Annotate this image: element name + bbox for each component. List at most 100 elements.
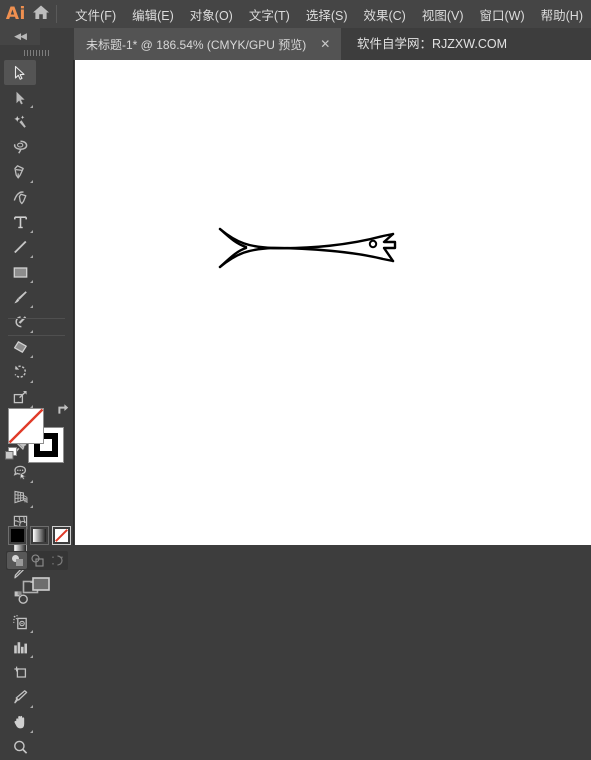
document-tab-title: 未标题-1* @ 186.54% (CMYK/GPU 预览) — [86, 37, 307, 52]
menu-effect[interactable]: 效果(C) — [355, 1, 413, 28]
tool-more-corner-icon — [30, 230, 33, 233]
swap-fill-stroke-button[interactable] — [56, 402, 70, 421]
default-fill-stroke-button[interactable] — [4, 446, 19, 466]
perspective-grid-icon — [12, 489, 29, 506]
screen-mode-icon — [22, 577, 50, 594]
eraser-icon — [12, 339, 29, 356]
tool-more-corner-icon — [30, 105, 33, 108]
magic-wand-icon — [12, 114, 29, 131]
tool-more-corner-icon — [30, 180, 33, 183]
lasso-tool[interactable] — [4, 135, 36, 160]
line-segment-tool[interactable] — [4, 235, 36, 260]
rectangle-icon — [12, 264, 29, 281]
tool-more-corner-icon — [30, 480, 33, 483]
menu-divider — [56, 5, 58, 23]
draw-behind-icon — [30, 554, 44, 567]
gradient-button[interactable] — [30, 526, 49, 545]
tool-more-corner-icon — [30, 505, 33, 508]
panel-collapse-button[interactable]: ◀◀ — [0, 28, 40, 45]
pen-icon — [12, 164, 29, 181]
none-swatch-icon — [55, 529, 68, 542]
color-button[interactable] — [8, 526, 27, 545]
shaper-pencil-tool[interactable] — [4, 310, 36, 335]
menu-object[interactable]: 对象(O) — [182, 1, 241, 28]
tool-more-corner-icon — [30, 730, 33, 733]
curvature-tool[interactable] — [4, 185, 36, 210]
selection-tool[interactable] — [4, 60, 36, 85]
lasso-icon — [12, 139, 29, 156]
tool-section-divider — [8, 318, 65, 319]
document-tab[interactable]: 未标题-1* @ 186.54% (CMYK/GPU 预览) ✕ — [74, 28, 342, 60]
menu-file[interactable]: 文件(F) — [67, 1, 124, 28]
app-logo: Ai — [5, 4, 26, 24]
rotate-tool[interactable] — [4, 360, 36, 385]
draw-inside-button[interactable] — [47, 552, 67, 569]
menu-items: 文件(F) 编辑(E) 对象(O) 文字(T) 选择(S) 效果(C) 视图(V… — [67, 1, 591, 28]
hand-tool[interactable] — [4, 710, 36, 735]
artboard-icon — [12, 664, 29, 681]
toolbar-drag-handle[interactable] — [0, 45, 74, 60]
watermark-text: 软件自学网：RJZXW.COM — [357, 37, 507, 51]
menu-view[interactable]: 视图(V) — [414, 1, 472, 28]
illustrator-window: Ai 文件(F) 编辑(E) 对象(O) 文字(T) 选择(S) 效果(C) 视… — [0, 0, 591, 754]
menu-help[interactable]: 帮助(H) — [533, 1, 591, 28]
tool-more-corner-icon — [30, 630, 33, 633]
grip-dots-icon — [24, 50, 50, 56]
paintbrush-tool[interactable] — [4, 285, 36, 310]
menu-type[interactable]: 文字(T) — [241, 1, 298, 28]
menu-window[interactable]: 窗口(W) — [472, 1, 533, 28]
perspective-grid-tool[interactable] — [4, 485, 36, 510]
color-mode-buttons — [8, 526, 71, 545]
toolbar-header — [40, 28, 74, 45]
symbol-sprayer-icon — [12, 614, 29, 631]
arrow-white-icon — [12, 90, 28, 106]
draw-inside-icon — [51, 555, 63, 566]
magic-wand-tool[interactable] — [4, 110, 36, 135]
menu-bar: Ai 文件(F) 编辑(E) 对象(O) 文字(T) 选择(S) 效果(C) 视… — [0, 0, 591, 28]
rectangle-tool[interactable] — [4, 260, 36, 285]
color-swatch-icon — [11, 529, 24, 542]
type-t-icon — [12, 214, 29, 231]
tool-more-corner-icon — [30, 330, 33, 333]
screen-mode-button[interactable] — [0, 573, 73, 601]
tools-panel — [0, 60, 74, 754]
none-slash-icon — [8, 408, 44, 444]
tool-more-corner-icon — [30, 305, 33, 308]
none-button[interactable] — [52, 526, 71, 545]
gradient-swatch-icon — [33, 529, 46, 542]
rotate-icon — [12, 364, 29, 381]
home-icon — [31, 3, 51, 26]
zoom-tool[interactable] — [4, 735, 36, 760]
column-graph-tool[interactable] — [4, 635, 36, 660]
eraser-tool[interactable] — [4, 335, 36, 360]
fish-artwork-svg — [218, 227, 397, 269]
fill-swatch[interactable] — [8, 408, 44, 444]
tool-more-corner-icon — [30, 255, 33, 258]
pen-tool[interactable] — [4, 160, 36, 185]
symbol-sprayer-tool[interactable] — [4, 610, 36, 635]
draw-behind-button[interactable] — [27, 552, 47, 569]
menu-edit[interactable]: 编辑(E) — [124, 1, 182, 28]
canvas[interactable] — [75, 60, 591, 545]
type-tool[interactable] — [4, 210, 36, 235]
direct-selection-tool[interactable] — [4, 85, 36, 110]
arrow-solid-icon — [12, 65, 28, 81]
tool-more-corner-icon — [30, 705, 33, 708]
home-button[interactable] — [28, 3, 55, 26]
default-swatch-icon — [5, 447, 17, 460]
tool-more-corner-icon — [30, 355, 33, 358]
slice-knife-icon — [12, 689, 29, 706]
tool-more-corner-icon — [30, 280, 33, 283]
curvature-icon — [12, 189, 29, 206]
draw-normal-button[interactable] — [7, 552, 27, 569]
slice-tool[interactable] — [4, 685, 36, 710]
fill-stroke-control — [0, 400, 73, 472]
tool-more-corner-icon — [30, 380, 33, 383]
tool-more-corner-icon — [30, 655, 33, 658]
artboard-tool[interactable] — [4, 660, 36, 685]
menu-select[interactable]: 选择(S) — [298, 1, 356, 28]
fish-line-drawing[interactable] — [215, 215, 415, 280]
paintbrush-icon — [12, 289, 29, 306]
close-icon[interactable]: ✕ — [306, 28, 341, 60]
shaper-pencil-icon — [12, 314, 29, 331]
